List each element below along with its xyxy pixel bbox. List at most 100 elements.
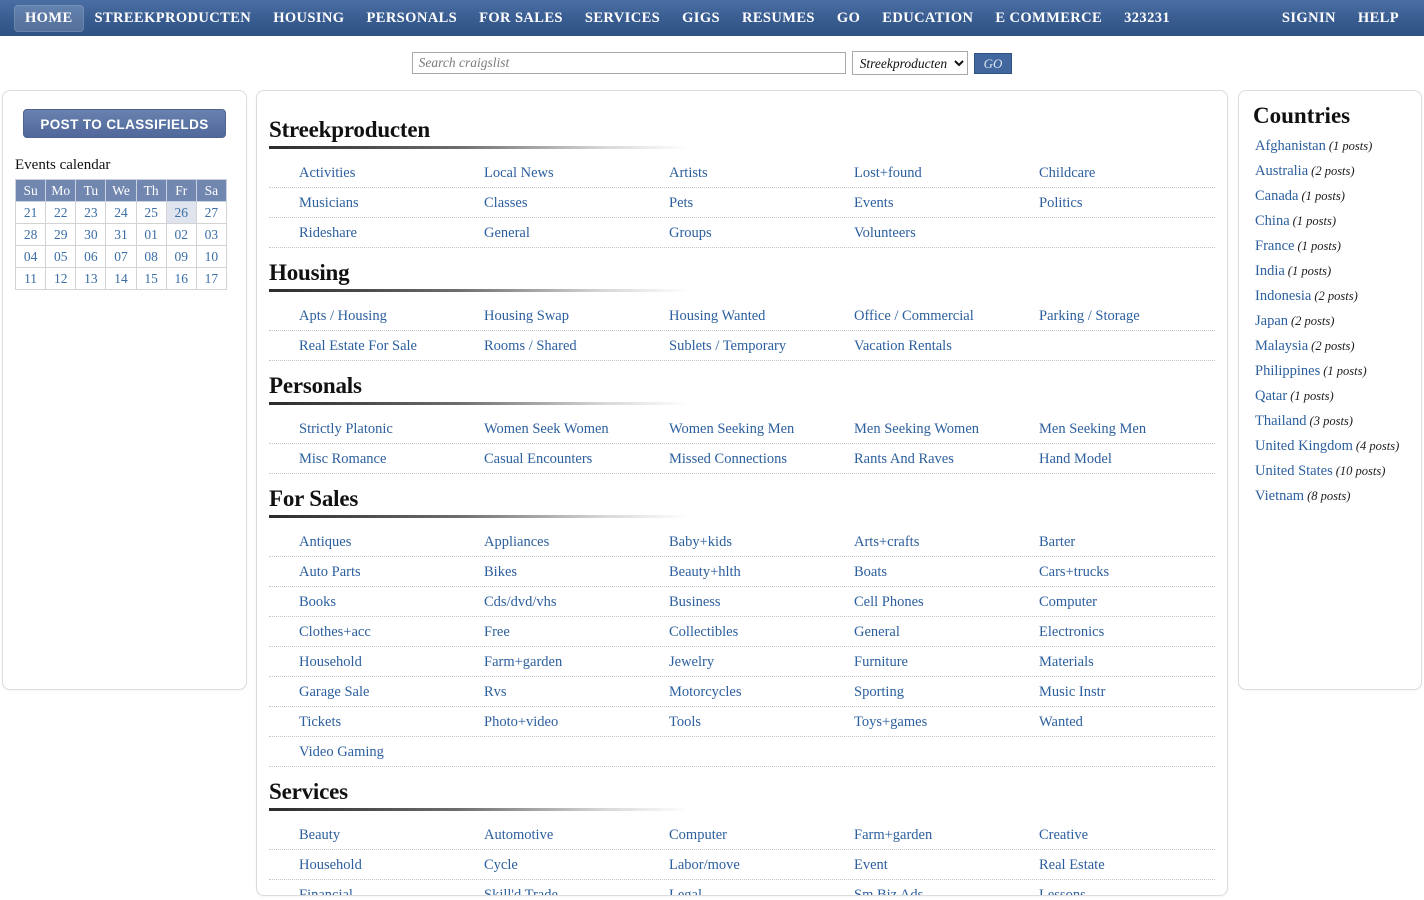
category-link-skill-d-trade[interactable]: Skill'd Trade (484, 887, 558, 896)
category-link-appliances[interactable]: Appliances (484, 534, 549, 550)
category-link-vacation-rentals[interactable]: Vacation Rentals (854, 338, 952, 354)
category-link-local-news[interactable]: Local News (484, 165, 554, 181)
calendar-day-cell[interactable]: 10 (196, 246, 226, 268)
category-link-furniture[interactable]: Furniture (854, 654, 908, 670)
category-link-materials[interactable]: Materials (1039, 654, 1094, 670)
category-link-photo-video[interactable]: Photo+video (484, 714, 558, 730)
category-link-beauty-hlth[interactable]: Beauty+hlth (669, 564, 741, 580)
nav-item-streekproducten[interactable]: STREEKPRODUCTEN (84, 5, 263, 32)
post-to-classifields-button[interactable]: POST TO CLASSIFIELDS (23, 109, 226, 138)
category-link-women-seeking-men[interactable]: Women Seeking Men (669, 421, 794, 437)
category-link-motorcycles[interactable]: Motorcycles (669, 684, 741, 700)
nav-item-personals[interactable]: PERSONALS (355, 5, 468, 32)
calendar-day-cell[interactable]: 28 (16, 224, 46, 246)
category-link-event[interactable]: Event (854, 857, 888, 873)
category-link-cds-dvd-vhs[interactable]: Cds/dvd/vhs (484, 594, 557, 610)
category-link-boats[interactable]: Boats (854, 564, 887, 580)
category-link-rvs[interactable]: Rvs (484, 684, 507, 700)
category-link-apts-housing[interactable]: Apts / Housing (299, 308, 387, 324)
calendar-day-cell[interactable]: 26 (166, 202, 196, 224)
calendar-day-cell[interactable]: 01 (136, 224, 166, 246)
calendar-day-cell[interactable]: 07 (106, 246, 136, 268)
category-link-real-estate-for-sale[interactable]: Real Estate For Sale (299, 338, 417, 354)
calendar-day-cell[interactable]: 16 (166, 268, 196, 290)
country-link-united-states[interactable]: United States (1255, 463, 1333, 479)
nav-item-for-sales[interactable]: FOR SALES (468, 5, 574, 32)
calendar-day-cell[interactable]: 27 (196, 202, 226, 224)
category-link-barter[interactable]: Barter (1039, 534, 1075, 550)
calendar-day-cell[interactable]: 09 (166, 246, 196, 268)
country-link-qatar[interactable]: Qatar (1255, 388, 1287, 404)
country-link-india[interactable]: India (1255, 263, 1285, 279)
category-link-auto-parts[interactable]: Auto Parts (299, 564, 361, 580)
category-link-music-instr[interactable]: Music Instr (1039, 684, 1105, 700)
country-link-canada[interactable]: Canada (1255, 188, 1298, 204)
category-link-childcare[interactable]: Childcare (1039, 165, 1095, 181)
category-link-beauty[interactable]: Beauty (299, 827, 340, 843)
category-link-casual-encounters[interactable]: Casual Encounters (484, 451, 592, 467)
category-link-sporting[interactable]: Sporting (854, 684, 904, 700)
nav-item-help[interactable]: HELP (1347, 5, 1410, 32)
calendar-day-cell[interactable]: 29 (46, 224, 76, 246)
category-link-men-seeking-women[interactable]: Men Seeking Women (854, 421, 979, 437)
category-link-artists[interactable]: Artists (669, 165, 708, 181)
category-link-lessons[interactable]: Lessons (1039, 887, 1086, 896)
category-link-musicians[interactable]: Musicians (299, 195, 359, 211)
category-link-wanted[interactable]: Wanted (1039, 714, 1083, 730)
category-link-tickets[interactable]: Tickets (299, 714, 341, 730)
calendar-day-cell[interactable]: 06 (76, 246, 106, 268)
category-link-antiques[interactable]: Antiques (299, 534, 351, 550)
category-link-pets[interactable]: Pets (669, 195, 693, 211)
category-link-household[interactable]: Household (299, 654, 362, 670)
category-link-cell-phones[interactable]: Cell Phones (854, 594, 924, 610)
calendar-day-cell[interactable]: 31 (106, 224, 136, 246)
category-link-tools[interactable]: Tools (669, 714, 701, 730)
category-link-baby-kids[interactable]: Baby+kids (669, 534, 732, 550)
category-link-financial[interactable]: Financial (299, 887, 353, 896)
category-link-video-gaming[interactable]: Video Gaming (299, 744, 384, 760)
nav-item-home[interactable]: HOME (14, 5, 84, 32)
nav-item-gigs[interactable]: GIGS (671, 5, 731, 32)
search-category-select[interactable]: StreekproductenHousingPersonalsFor Sales… (852, 51, 968, 75)
category-link-missed-connections[interactable]: Missed Connections (669, 451, 787, 467)
category-link-general[interactable]: General (854, 624, 900, 640)
category-link-books[interactable]: Books (299, 594, 336, 610)
category-link-parking-storage[interactable]: Parking / Storage (1039, 308, 1140, 324)
country-link-japan[interactable]: Japan (1255, 313, 1288, 329)
country-link-indonesia[interactable]: Indonesia (1255, 288, 1311, 304)
calendar-day-cell[interactable]: 21 (16, 202, 46, 224)
category-link-rideshare[interactable]: Rideshare (299, 225, 357, 241)
category-link-rooms-shared[interactable]: Rooms / Shared (484, 338, 577, 354)
category-link-farm-garden[interactable]: Farm+garden (854, 827, 932, 843)
calendar-day-cell[interactable]: 08 (136, 246, 166, 268)
category-link-free[interactable]: Free (484, 624, 510, 640)
category-link-computer[interactable]: Computer (1039, 594, 1097, 610)
nav-item-services[interactable]: SERVICES (574, 5, 671, 32)
calendar-day-cell[interactable]: 13 (76, 268, 106, 290)
category-link-strictly-platonic[interactable]: Strictly Platonic (299, 421, 393, 437)
category-link-politics[interactable]: Politics (1039, 195, 1083, 211)
country-link-thailand[interactable]: Thailand (1255, 413, 1307, 429)
search-go-button[interactable]: GO (974, 53, 1013, 74)
category-link-rants-and-raves[interactable]: Rants And Raves (854, 451, 954, 467)
category-link-housing-wanted[interactable]: Housing Wanted (669, 308, 765, 324)
nav-item-323231[interactable]: 323231 (1113, 5, 1181, 32)
category-link-hand-model[interactable]: Hand Model (1039, 451, 1112, 467)
category-link-cars-trucks[interactable]: Cars+trucks (1039, 564, 1109, 580)
category-link-events[interactable]: Events (854, 195, 893, 211)
nav-item-resumes[interactable]: RESUMES (731, 5, 826, 32)
country-link-philippines[interactable]: Philippines (1255, 363, 1320, 379)
category-link-housing-swap[interactable]: Housing Swap (484, 308, 569, 324)
category-link-real-estate[interactable]: Real Estate (1039, 857, 1105, 873)
category-link-sublets-temporary[interactable]: Sublets / Temporary (669, 338, 786, 354)
calendar-day-cell[interactable]: 24 (106, 202, 136, 224)
category-link-bikes[interactable]: Bikes (484, 564, 517, 580)
country-link-afghanistan[interactable]: Afghanistan (1255, 138, 1326, 154)
calendar-day-cell[interactable]: 04 (16, 246, 46, 268)
country-link-malaysia[interactable]: Malaysia (1255, 338, 1308, 354)
category-link-collectibles[interactable]: Collectibles (669, 624, 738, 640)
nav-item-housing[interactable]: HOUSING (262, 5, 355, 32)
category-link-jewelry[interactable]: Jewelry (669, 654, 714, 670)
calendar-day-cell[interactable]: 30 (76, 224, 106, 246)
calendar-day-cell[interactable]: 03 (196, 224, 226, 246)
